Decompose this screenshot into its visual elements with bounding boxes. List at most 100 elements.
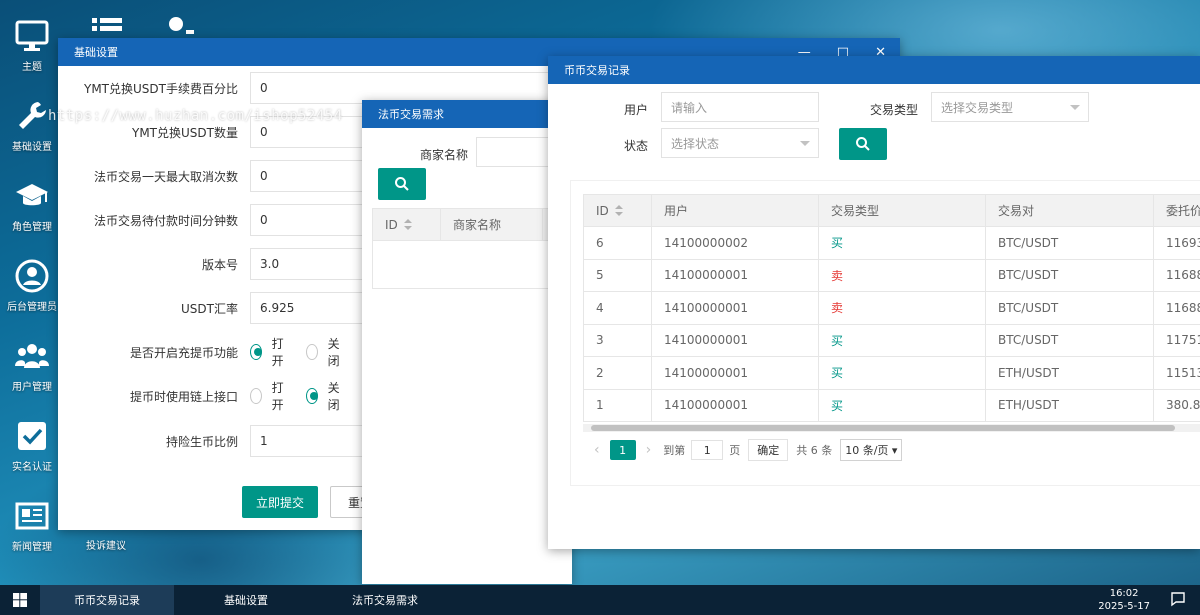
trade-type-label: 交易类型 xyxy=(869,103,918,117)
checkbox-icon xyxy=(18,422,46,450)
desktop-icon-user-management[interactable]: 用户管理 xyxy=(0,334,64,404)
graduation-cap-icon xyxy=(16,184,48,206)
cell-user: 14100000001 xyxy=(651,388,819,422)
desktop-icon-basic-settings[interactable]: 基础设置 xyxy=(0,94,64,164)
desktop-icon-admin[interactable]: 后台管理员 xyxy=(0,254,64,324)
sort-icon[interactable] xyxy=(403,219,412,231)
field-label: USDT汇率 xyxy=(181,301,238,316)
page-unit-label: 页 xyxy=(729,444,741,457)
windows-start-button[interactable] xyxy=(0,585,40,615)
table-row[interactable]: 314100000001买BTC/USDT11751. xyxy=(583,323,1200,357)
search-icon xyxy=(856,137,870,151)
column-header-price: 委托价 xyxy=(1153,194,1200,227)
cell-pair: BTC/USDT xyxy=(985,291,1154,325)
cell-pair: ETH/USDT xyxy=(985,388,1154,422)
tray-clock[interactable]: 16:02 2025-5-17 xyxy=(1098,587,1150,613)
notification-icon[interactable] xyxy=(1170,591,1186,610)
wrench-icon xyxy=(19,102,46,129)
cell-price: 11751. xyxy=(1153,323,1200,357)
field-label: 是否开启充提币功能 xyxy=(129,345,238,360)
radio-close[interactable]: 关闭 xyxy=(306,379,344,413)
cell-user: 14100000001 xyxy=(651,356,819,390)
sort-icon[interactable] xyxy=(614,205,623,217)
user-edit-icon[interactable] xyxy=(160,0,200,40)
cell-pair: BTC/USDT xyxy=(985,323,1154,357)
user-circle-icon xyxy=(15,259,49,293)
table-row[interactable]: 614100000002买BTC/USDT11693. xyxy=(583,226,1200,260)
radio-open[interactable]: 打开 xyxy=(250,335,288,369)
cell-id: 6 xyxy=(583,226,652,260)
settings-window-title: 基础设置 xyxy=(74,46,118,59)
fiat-window-title: 法币交易需求 xyxy=(378,108,444,121)
coin-window-title: 币币交易记录 xyxy=(564,64,630,77)
cell-user: 14100000001 xyxy=(651,291,819,325)
table-row[interactable]: 514100000001卖BTC/USDT11688. xyxy=(583,258,1200,292)
column-header-user: 用户 xyxy=(651,194,819,227)
table-row[interactable]: 214100000001买ETH/USDT11513. xyxy=(583,356,1200,390)
scrollbar-thumb[interactable] xyxy=(591,425,1175,431)
page-button-current[interactable]: 1 xyxy=(609,440,636,460)
cell-user: 14100000001 xyxy=(651,323,819,357)
users-icon xyxy=(15,344,49,368)
status-select[interactable]: 选择状态 xyxy=(661,128,819,158)
desktop-icon-theme[interactable]: 主题 xyxy=(0,14,64,84)
windows-logo-icon xyxy=(13,593,27,607)
radio-open[interactable]: 打开 xyxy=(250,379,288,413)
cell-type: 买 xyxy=(818,323,986,357)
merchant-name-label: 商家名称 xyxy=(419,148,468,162)
field-label: 法币交易待付款时间分钟数 xyxy=(93,213,238,228)
fiat-window-titlebar[interactable]: 法币交易需求 xyxy=(362,100,572,128)
form-row: USDT汇率 6.925 xyxy=(58,292,550,324)
coin-search-button[interactable] xyxy=(839,128,887,160)
chevron-down-icon xyxy=(800,141,810,146)
goto-confirm-button[interactable]: 确定 xyxy=(748,439,789,461)
form-row: 版本号 3.0 xyxy=(58,248,550,280)
user-filter-input[interactable]: 请输入 xyxy=(661,92,819,122)
taskbar-item-fiat[interactable]: 法币交易需求 xyxy=(352,585,418,615)
cell-type: 卖 xyxy=(818,291,986,325)
chevron-left-icon[interactable]: ‹ xyxy=(594,442,600,458)
horizontal-scrollbar[interactable] xyxy=(583,424,1200,432)
column-header-id[interactable]: ID xyxy=(583,194,652,227)
chain-api-radio-group: 打开 关闭 xyxy=(250,380,362,412)
form-row: 持险生币比例 1 xyxy=(58,425,550,457)
desktop-icon-label: 基础设置 xyxy=(12,142,52,153)
radio-close[interactable]: 关闭 xyxy=(306,335,344,369)
cell-type: 买 xyxy=(818,388,986,422)
goto-page-input[interactable]: 1 xyxy=(691,440,724,460)
column-header-id[interactable]: ID xyxy=(372,208,441,241)
desktop-icon-label: 主题 xyxy=(22,62,42,73)
form-row: 是否开启充提币功能 打开 关闭 xyxy=(58,336,340,368)
trade-type-select[interactable]: 选择交易类型 xyxy=(931,92,1089,122)
goto-label: 到第 xyxy=(663,444,686,457)
status-filter-label: 状态 xyxy=(623,139,648,153)
submit-button[interactable]: 立即提交 xyxy=(242,486,318,518)
list-icon[interactable] xyxy=(88,0,128,40)
table-row[interactable]: 414100000001卖BTC/USDT11688. xyxy=(583,291,1200,325)
chevron-down-icon xyxy=(1070,105,1080,110)
cell-id: 2 xyxy=(583,356,652,390)
desktop-icon-role-management[interactable]: 角色管理 xyxy=(0,174,64,244)
page-size-select[interactable]: 10 条/页 ▾ xyxy=(840,439,903,461)
desktop-icon-feedback-label[interactable]: 投诉建议 xyxy=(86,537,126,552)
table-row[interactable]: 114100000001买ETH/USDT380.83 xyxy=(583,388,1200,422)
cell-pair: BTC/USDT xyxy=(985,258,1154,292)
cell-price: 380.83 xyxy=(1153,388,1200,422)
cell-price: 11513. xyxy=(1153,356,1200,390)
taskbar: 币币交易记录 基础设置 法币交易需求 16:02 2025-5-17 xyxy=(0,585,1200,615)
desktop-icon-news[interactable]: 新闻管理 xyxy=(0,494,64,564)
chevron-right-icon[interactable]: › xyxy=(646,442,652,458)
taskbar-item-settings[interactable]: 基础设置 xyxy=(224,585,268,615)
tray-time: 16:02 xyxy=(1109,588,1139,599)
taskbar-item-coin-trade[interactable]: 币币交易记录 xyxy=(40,585,174,615)
watermark: https://www.huzhan.com/ishop52454 xyxy=(48,108,343,124)
cell-user: 14100000002 xyxy=(651,226,819,260)
cell-id: 4 xyxy=(583,291,652,325)
desktop-icon-label: 新闻管理 xyxy=(12,542,52,553)
desktop-icon-label: 实名认证 xyxy=(12,462,52,473)
cell-pair: ETH/USDT xyxy=(985,356,1154,390)
field-label: 提币时使用链上接口 xyxy=(129,389,238,404)
fiat-search-button[interactable] xyxy=(378,168,426,200)
desktop-icon-real-name[interactable]: 实名认证 xyxy=(0,414,64,484)
coin-window-titlebar[interactable]: 币币交易记录 xyxy=(548,56,1200,84)
